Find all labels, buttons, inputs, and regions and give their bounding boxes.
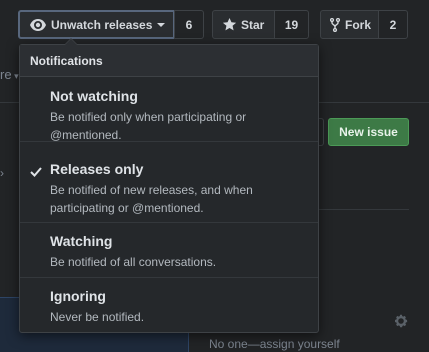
fork-icon: [330, 17, 340, 32]
gear-icon[interactable]: [393, 313, 409, 334]
stargazers-count[interactable]: 19: [274, 10, 309, 39]
star-icon: [223, 18, 236, 31]
notifications-menu: Notifications Not watching Be notified o…: [19, 38, 319, 333]
menu-title: Notifications: [20, 45, 318, 77]
watch-label: Unwatch releases: [51, 17, 153, 32]
menu-item-watching[interactable]: Watching Be notified of all conversation…: [20, 223, 318, 278]
background-text-fragment: re ▾: [0, 67, 19, 82]
checkmark-icon: [30, 164, 42, 182]
menu-item-description: Be notified only when participating or @…: [50, 110, 247, 142]
fork-label: Fork: [345, 17, 372, 32]
eye-icon: [30, 18, 46, 31]
menu-item-description: Be notified of new releases, and when pa…: [50, 183, 253, 215]
menu-item-title: Ignoring: [50, 288, 106, 304]
unwatch-releases-button[interactable]: Unwatch releases: [18, 10, 175, 39]
menu-pointer: [64, 38, 78, 45]
menu-item-ignoring[interactable]: Ignoring Never be notified.: [20, 278, 318, 332]
menu-item-title: Watching: [50, 233, 113, 249]
menu-item-title: Releases only: [50, 161, 144, 177]
fork-button[interactable]: Fork: [320, 10, 379, 39]
star-label: Star: [241, 17, 265, 32]
assignee-text[interactable]: No one—assign yourself: [209, 337, 340, 351]
background-caret-fragment: ›: [0, 166, 4, 180]
menu-item-title: Not watching: [50, 88, 138, 104]
menu-item-description: Be notified of all conversations.: [50, 255, 217, 269]
menu-item-description: Never be notified.: [50, 310, 145, 324]
star-button[interactable]: Star: [212, 10, 275, 39]
chevron-down-icon: [157, 23, 166, 27]
new-issue-button[interactable]: New issue: [328, 118, 409, 146]
forks-count[interactable]: 2: [378, 10, 408, 39]
menu-item-releases-only[interactable]: Releases only Be notified of new release…: [20, 149, 318, 223]
watchers-count[interactable]: 6: [174, 10, 204, 39]
menu-item-not-watching[interactable]: Not watching Be notified only when parti…: [20, 78, 318, 142]
